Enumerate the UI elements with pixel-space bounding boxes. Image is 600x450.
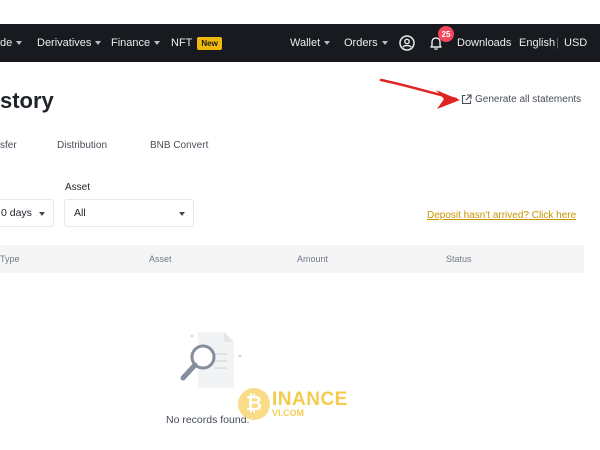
asset-label: Asset [65,182,91,193]
tab-distribution[interactable]: Distribution [57,140,107,151]
nav-currency[interactable]: USD [564,24,587,62]
generate-statements-link[interactable]: Generate all statements [461,94,581,105]
column-header-amount: Amount [297,254,329,264]
top-nav-bar: de Derivatives Finance NFT New Wallet Ord… [0,24,600,62]
nav-nft-label: NFT [171,37,193,49]
user-account-icon[interactable] [399,24,415,62]
nav-derivatives[interactable]: Derivatives [37,24,102,62]
chevron-down-icon [324,41,331,45]
chevron-down-icon [179,212,185,216]
nav-wallet-label: Wallet [290,37,321,49]
no-records-illustration-icon [180,332,242,388]
nav-downloads[interactable]: Downloads [457,24,511,62]
chevron-down-icon [154,41,161,45]
asset-select[interactable]: All [64,199,194,227]
tab-transfer[interactable]: sfer [0,140,17,151]
watermark-title: INANCE [272,389,348,410]
nav-downloads-label: Downloads [457,37,512,49]
nav-language-label: English [519,37,556,49]
chevron-down-icon [16,41,23,45]
new-badge: New [197,36,222,50]
tab-bnb-convert[interactable]: BNB Convert [150,140,208,151]
external-link-icon [461,94,472,105]
chevron-down-icon [39,212,45,216]
time-range-select[interactable]: 0 days [0,199,54,227]
nav-orders[interactable]: Orders [344,24,388,62]
notification-count-badge: 25 [438,26,454,42]
column-header-status: Status [446,254,472,264]
chevron-down-icon [95,41,102,45]
bitcoin-coin-icon: ₿ [238,388,270,420]
nav-wallet[interactable]: Wallet [290,24,331,62]
nav-derivatives-label: Derivatives [37,37,92,49]
nav-finance-label: Finance [111,37,151,49]
page-title: story [0,88,54,113]
nav-nft[interactable]: NFT New [171,24,222,62]
nav-language[interactable]: English [519,24,555,62]
deposit-help-link[interactable]: Deposit hasn't arrived? Click here [427,210,576,221]
nav-orders-label: Orders [344,37,378,49]
column-header-type: Type [0,254,20,264]
table-header: Type Asset Amount Status [0,245,584,273]
chevron-down-icon [381,41,388,45]
nav-currency-label: USD [564,37,588,49]
column-header-asset: Asset [149,254,172,264]
generate-statements-label: Generate all statements [475,94,582,105]
empty-state-message: No records found. [166,414,250,426]
time-range-value: 0 days [1,207,32,219]
annotation-arrow-icon [379,78,460,109]
nav-trade[interactable]: de [0,24,23,62]
watermark-subtitle: VI.COM [272,408,305,418]
nav-divider: | [556,37,559,49]
watermark-logo: ₿ INANCE VI.COM [238,388,348,420]
nav-trade-label: de [0,37,13,49]
asset-value: All [74,207,86,219]
nav-finance[interactable]: Finance [111,24,161,62]
